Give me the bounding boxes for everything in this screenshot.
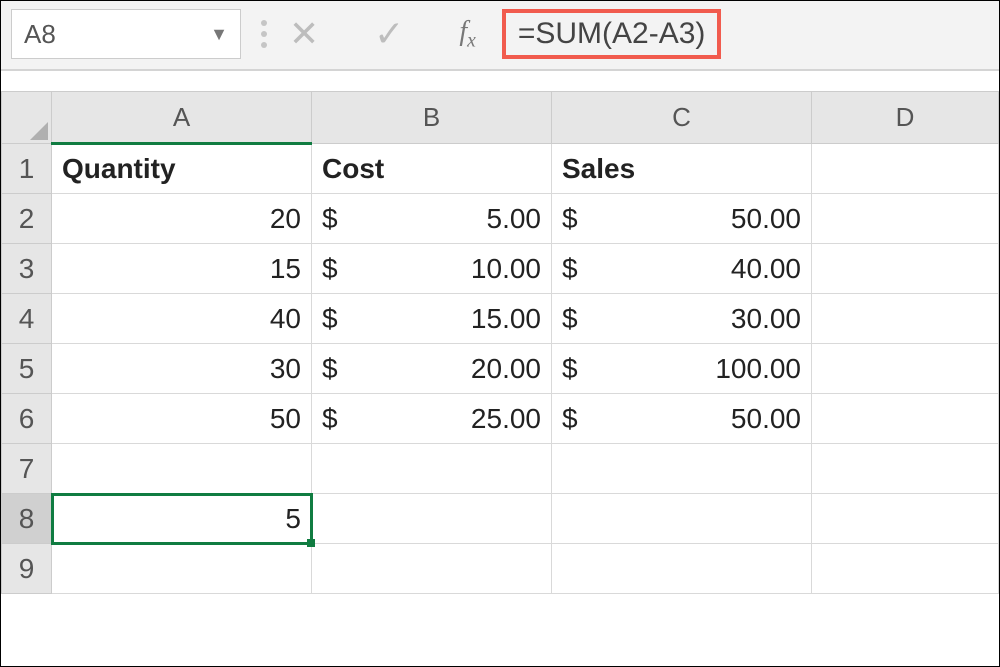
cell-B8[interactable] bbox=[312, 494, 552, 544]
cell-C1[interactable]: Sales bbox=[552, 144, 812, 194]
select-all-corner[interactable] bbox=[2, 92, 52, 144]
cell-A6[interactable]: 50 bbox=[52, 394, 312, 444]
cell-A1[interactable]: Quantity bbox=[52, 144, 312, 194]
row-header-3[interactable]: 3 bbox=[2, 244, 52, 294]
cell-D8[interactable] bbox=[812, 494, 999, 544]
cell-B1[interactable]: Cost bbox=[312, 144, 552, 194]
col-header-C[interactable]: C bbox=[552, 92, 812, 144]
cancel-icon[interactable]: ✕ bbox=[289, 13, 319, 55]
cell-A8[interactable]: 5 bbox=[52, 494, 312, 544]
drag-handle-icon[interactable] bbox=[261, 20, 267, 48]
cell-A3[interactable]: 15 bbox=[52, 244, 312, 294]
cell-A5[interactable]: 30 bbox=[52, 344, 312, 394]
cell-C3[interactable]: $40.00 bbox=[552, 244, 812, 294]
col-header-B[interactable]: B bbox=[312, 92, 552, 144]
cell-B7[interactable] bbox=[312, 444, 552, 494]
cell-C7[interactable] bbox=[552, 444, 812, 494]
col-header-A[interactable]: A bbox=[52, 92, 312, 144]
chevron-down-icon[interactable]: ▼ bbox=[210, 24, 228, 45]
cell-B5[interactable]: $20.00 bbox=[312, 344, 552, 394]
fx-icon[interactable]: fx bbox=[459, 16, 475, 53]
formula-bar: A8 ▼ ✕ ✓ fx =SUM(A2-A3) bbox=[1, 1, 999, 71]
cell-D4[interactable] bbox=[812, 294, 999, 344]
spreadsheet: A B C D 1 Quantity Cost Sales 2 20 $5.00… bbox=[1, 91, 999, 594]
cell-D6[interactable] bbox=[812, 394, 999, 444]
cell-B3[interactable]: $10.00 bbox=[312, 244, 552, 294]
cell-D7[interactable] bbox=[812, 444, 999, 494]
cell-C5[interactable]: $100.00 bbox=[552, 344, 812, 394]
cell-A2[interactable]: 20 bbox=[52, 194, 312, 244]
row-header-5[interactable]: 5 bbox=[2, 344, 52, 394]
row-header-1[interactable]: 1 bbox=[2, 144, 52, 194]
row-header-2[interactable]: 2 bbox=[2, 194, 52, 244]
cell-B4[interactable]: $15.00 bbox=[312, 294, 552, 344]
cell-C8[interactable] bbox=[552, 494, 812, 544]
formula-input[interactable]: =SUM(A2-A3) bbox=[502, 9, 722, 59]
cell-D1[interactable] bbox=[812, 144, 999, 194]
row-header-8[interactable]: 8 bbox=[2, 494, 52, 544]
cell-C6[interactable]: $50.00 bbox=[552, 394, 812, 444]
cell-D3[interactable] bbox=[812, 244, 999, 294]
cell-D9[interactable] bbox=[812, 544, 999, 594]
cell-A4[interactable]: 40 bbox=[52, 294, 312, 344]
row-header-4[interactable]: 4 bbox=[2, 294, 52, 344]
cell-C9[interactable] bbox=[552, 544, 812, 594]
cell-B6[interactable]: $25.00 bbox=[312, 394, 552, 444]
name-box[interactable]: A8 ▼ bbox=[11, 9, 241, 59]
cell-C2[interactable]: $50.00 bbox=[552, 194, 812, 244]
cell-A7[interactable] bbox=[52, 444, 312, 494]
cell-D5[interactable] bbox=[812, 344, 999, 394]
cell-B9[interactable] bbox=[312, 544, 552, 594]
row-header-7[interactable]: 7 bbox=[2, 444, 52, 494]
cell-A9[interactable] bbox=[52, 544, 312, 594]
cell-D2[interactable] bbox=[812, 194, 999, 244]
col-header-D[interactable]: D bbox=[812, 92, 999, 144]
cell-C4[interactable]: $30.00 bbox=[552, 294, 812, 344]
cell-B2[interactable]: $5.00 bbox=[312, 194, 552, 244]
row-header-9[interactable]: 9 bbox=[2, 544, 52, 594]
enter-icon[interactable]: ✓ bbox=[374, 13, 404, 55]
row-header-6[interactable]: 6 bbox=[2, 394, 52, 444]
name-box-value: A8 bbox=[24, 19, 56, 50]
